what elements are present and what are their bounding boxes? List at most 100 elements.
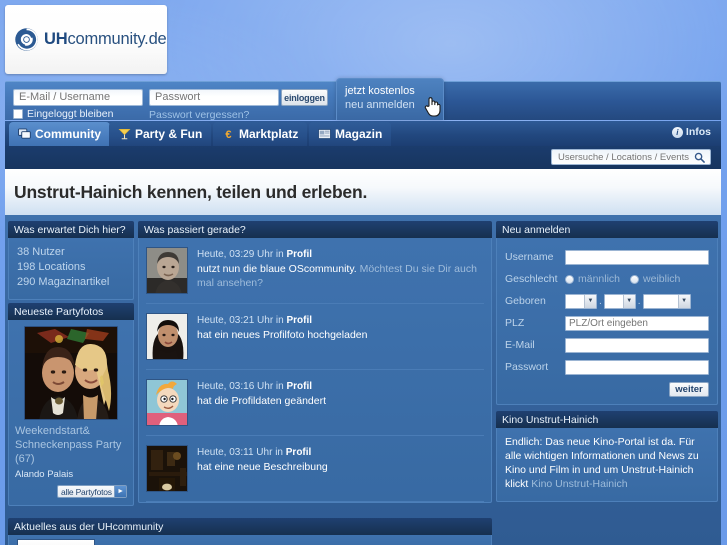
- feed-item-time: Heute, 03:29 Uhr in: [197, 249, 287, 260]
- alle-partyfotos-label: alle Partyfotos: [61, 486, 112, 497]
- search-box[interactable]: [551, 149, 711, 165]
- radio-male[interactable]: [565, 274, 574, 284]
- feed-item-time: Heute, 03:11 Uhr in: [197, 447, 286, 458]
- info-circle-icon: i: [671, 126, 683, 138]
- partyfoto-thumbnail[interactable]: [24, 326, 118, 420]
- stat-nutzer[interactable]: 38 Nutzer: [17, 245, 125, 260]
- stay-logged-in-checkbox[interactable]: [13, 109, 23, 119]
- register-gender-female[interactable]: weiblich: [630, 273, 680, 285]
- chevron-down-icon: ▼: [622, 294, 635, 308]
- euro-coin-icon: €: [225, 129, 231, 140]
- magnifier-icon[interactable]: [694, 152, 705, 163]
- cta-line-1: jetzt kostenlos: [345, 85, 415, 97]
- svg-text:€: €: [225, 129, 231, 140]
- feed-item[interactable]: Heute, 03:11 Uhr in Profil hat eine neue…: [146, 436, 484, 502]
- panel-aktuelles-body: [8, 535, 492, 545]
- search-input[interactable]: [556, 150, 694, 164]
- cocktail-glass-icon: [118, 129, 131, 140]
- avatar[interactable]: [146, 379, 188, 426]
- register-username-label: Username: [505, 251, 554, 263]
- feed-item-meta: Heute, 03:11 Uhr in Profil: [197, 446, 328, 460]
- feed-item-text: Heute, 03:29 Uhr in Profil nutzt nun die…: [197, 247, 484, 294]
- chevron-down-icon: ▼: [677, 294, 690, 308]
- tab-party-fun[interactable]: Party & Fun: [109, 122, 212, 146]
- register-password-row: Passwort: [505, 356, 709, 378]
- page-headline-band: Unstrut-Hainich kennen, teilen und erleb…: [5, 169, 721, 215]
- avatar[interactable]: [146, 313, 188, 360]
- tab-marktplatz-label: Marktplatz: [239, 127, 299, 141]
- panel-aktuelles-title: Aktuelles aus der UHcommunity: [8, 518, 492, 535]
- feed-item-body-main: hat die Profildaten geändert: [197, 395, 327, 407]
- partyfoto-caption[interactable]: Weekendstart& Schneckenpass Party (67): [15, 424, 127, 466]
- panel-feed-body: Heute, 03:29 Uhr in Profil nutzt nun die…: [138, 238, 492, 503]
- register-gender-male[interactable]: männlich: [565, 273, 620, 285]
- register-submit-button[interactable]: weiter: [669, 382, 709, 397]
- feed-item-link[interactable]: Profil: [286, 447, 312, 458]
- register-birth-year-select[interactable]: ▼: [642, 293, 691, 309]
- two-women-party-photo: [25, 327, 117, 419]
- alle-partyfotos-button[interactable]: alle Partyfotos ►: [57, 485, 127, 498]
- avatar-cartoon-photo: [147, 380, 187, 425]
- stat-magazinartikel[interactable]: 290 Magazinartikel: [17, 275, 125, 290]
- register-password-input[interactable]: [565, 359, 709, 375]
- page-title: Unstrut-Hainich kennen, teilen und erleb…: [14, 181, 368, 202]
- avatar-man-photo: [147, 248, 187, 293]
- radio-male-label: männlich: [578, 273, 621, 285]
- login-password-input[interactable]: [149, 89, 279, 106]
- register-cta-button[interactable]: jetzt kostenlos neu anmelden: [336, 78, 444, 120]
- panel-neu-anmelden: Neu anmelden Username Geschlecht männlic…: [496, 221, 718, 405]
- forgot-password-link[interactable]: Passwort vergessen?: [149, 109, 249, 121]
- feed-item-link[interactable]: Profil: [287, 315, 313, 326]
- feed-item[interactable]: Heute, 03:29 Uhr in Profil nutzt nun die…: [146, 238, 484, 304]
- avatar[interactable]: [146, 247, 188, 294]
- register-birth-month-select[interactable]: ▼: [603, 293, 636, 309]
- register-plz-row: PLZ: [505, 312, 709, 334]
- feed-item-body: nutzt nun die blaue OScommunity. Möchtes…: [197, 262, 484, 290]
- content-area: Was erwartet Dich hier? 38 Nutzer 198 Lo…: [5, 215, 721, 545]
- logo-text-rest: community.de: [67, 30, 167, 48]
- cta-line-2: neu anmelden: [345, 99, 415, 111]
- register-email-input[interactable]: [565, 337, 709, 353]
- newspaper-icon: [318, 128, 331, 140]
- panel-kino-title: Kino Unstrut-Hainich: [496, 411, 718, 428]
- feed-item[interactable]: Heute, 03:16 Uhr in Profil hat die Profi…: [146, 370, 484, 436]
- avatar[interactable]: [146, 445, 188, 492]
- login-email-input[interactable]: [13, 89, 143, 106]
- feed-item-body: hat ein neues Profilfoto hochgeladen: [197, 328, 367, 342]
- feed-item[interactable]: Heute, 03:21 Uhr in Profil hat ein neues…: [146, 304, 484, 370]
- stay-logged-in-row[interactable]: Eingeloggt bleiben: [13, 108, 113, 120]
- news-thumbnail[interactable]: [17, 539, 95, 545]
- feed-item-link[interactable]: Profil: [287, 249, 313, 260]
- panel-feed-title: Was passiert gerade?: [138, 221, 492, 238]
- infos-link[interactable]: i Infos: [671, 126, 711, 138]
- chevron-down-icon: ▼: [584, 294, 596, 308]
- search-strip: [5, 146, 721, 169]
- stat-locations[interactable]: 198 Locations: [17, 260, 125, 275]
- tab-magazin[interactable]: Magazin: [309, 122, 392, 146]
- register-password-label: Passwort: [505, 361, 549, 373]
- kino-portal-link[interactable]: Kino Unstrut-Hainich: [531, 478, 627, 490]
- site-logo[interactable]: UHcommunity.de: [5, 5, 167, 74]
- swirl-circle-icon: [15, 28, 38, 51]
- tab-marktplatz[interactable]: € Marktplatz: [213, 122, 308, 146]
- register-email-label: E-Mail: [505, 339, 535, 351]
- tab-community[interactable]: Community: [9, 122, 110, 146]
- avatar-dark-interior-photo: [147, 446, 187, 491]
- date-separator-2: .: [637, 295, 641, 307]
- speech-bubbles-icon: [18, 128, 31, 139]
- news-row[interactable]: [17, 539, 483, 545]
- tab-magazin-label: Magazin: [335, 127, 383, 141]
- panel-partyfotos-title: Neueste Partyfotos: [8, 303, 134, 320]
- feed-item-body-main: nutzt nun die blaue OScommunity.: [197, 263, 357, 275]
- login-submit-button[interactable]: einloggen: [281, 89, 328, 106]
- tab-party-fun-label: Party & Fun: [135, 127, 203, 141]
- panel-neueste-partyfotos: Neueste Partyfotos Weekendstart& Schneck…: [8, 303, 134, 506]
- feed-item-link[interactable]: Profil: [287, 381, 313, 392]
- radio-female[interactable]: [630, 274, 640, 284]
- date-separator-1: .: [599, 295, 602, 307]
- feed-item-time: Heute, 03:21 Uhr in: [197, 315, 287, 326]
- register-born-row: Geboren ▼ . ▼ . ▼: [505, 290, 709, 312]
- register-birth-day-select[interactable]: ▼: [565, 293, 597, 309]
- register-username-input[interactable]: [565, 249, 709, 265]
- register-plz-input[interactable]: [565, 315, 709, 331]
